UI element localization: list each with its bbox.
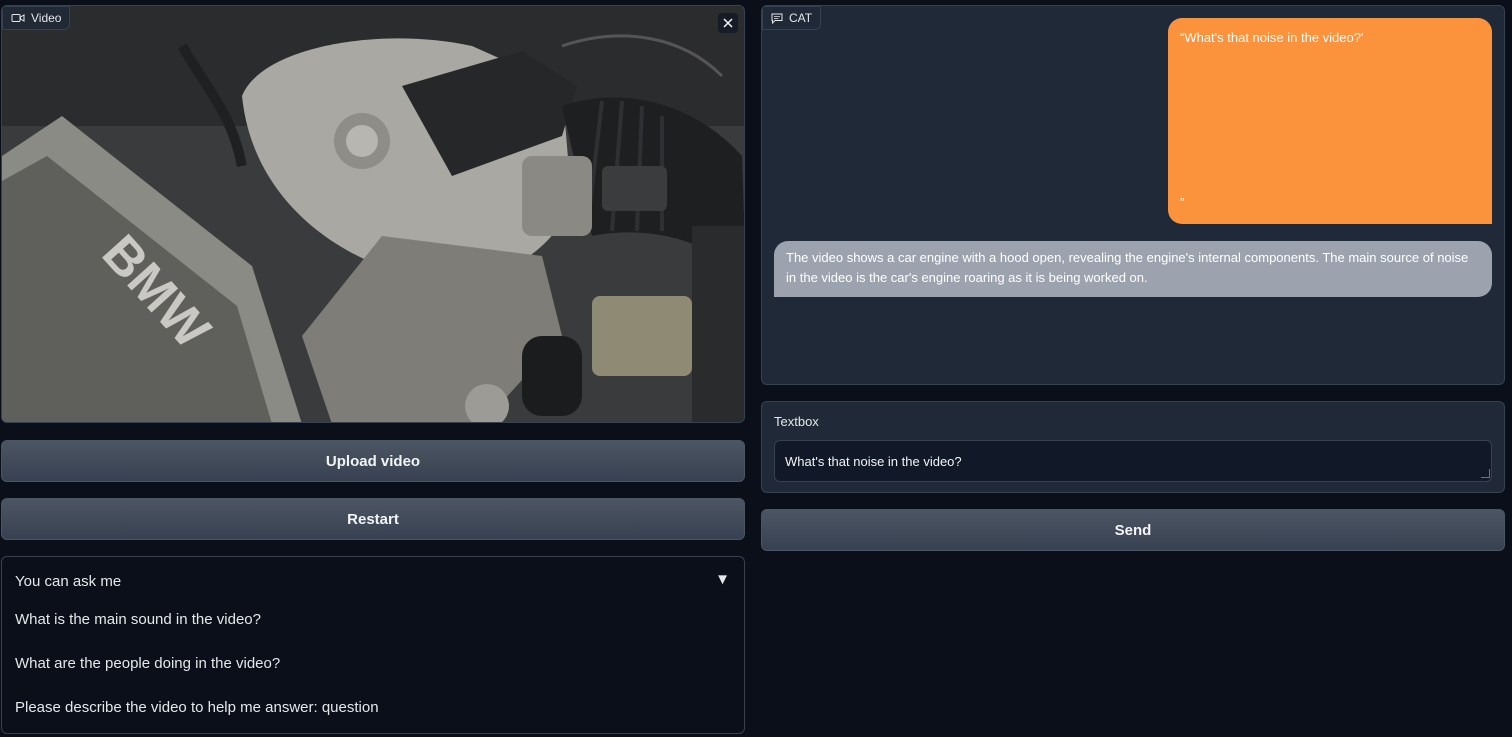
bot-message-line: The video shows a car engine with a hood… xyxy=(786,250,1469,265)
video-player[interactable]: BMW Video xyxy=(1,5,745,423)
close-icon xyxy=(723,18,733,28)
user-message-text: “What's that noise in the video?' xyxy=(1180,30,1364,45)
video-label-text: Video xyxy=(31,11,62,25)
video-camera-icon xyxy=(11,14,25,22)
example-item[interactable]: What is the main sound in the video? xyxy=(15,611,261,628)
chat-bubble-icon xyxy=(771,13,783,24)
message-input[interactable] xyxy=(774,440,1492,482)
chatbot-panel: CAT “What's that noise in the video?' ” … xyxy=(761,5,1505,385)
collapse-arrow-icon[interactable]: ▼ xyxy=(715,571,730,588)
chatbot-label-text: CAT xyxy=(789,11,813,25)
textbox-panel: Textbox xyxy=(761,401,1505,493)
user-message-end: ” xyxy=(1180,195,1185,210)
chatbot-label: CAT xyxy=(762,6,822,30)
example-item[interactable]: What are the people doing in the video? xyxy=(15,655,280,672)
send-button[interactable]: Send xyxy=(761,509,1505,551)
user-message-bubble: “What's that noise in the video?' ” xyxy=(1168,18,1492,224)
video-label: Video xyxy=(2,6,71,30)
textbox-label: Textbox xyxy=(774,414,819,429)
examples-title[interactable]: You can ask me xyxy=(15,573,121,590)
bot-message-bubble: The video shows a car engine with a hood… xyxy=(774,241,1492,297)
clear-video-button[interactable] xyxy=(718,13,738,33)
restart-button[interactable]: Restart xyxy=(1,498,745,540)
resize-handle-icon[interactable] xyxy=(1481,469,1490,478)
bot-message-line: in the video is the car's engine roaring… xyxy=(786,270,1148,285)
examples-accordion: You can ask me ▼ What is the main sound … xyxy=(1,556,745,734)
example-item[interactable]: Please describe the video to help me ans… xyxy=(15,699,379,716)
engine-video-frame: BMW xyxy=(2,6,744,422)
upload-video-button[interactable]: Upload video xyxy=(1,440,745,482)
